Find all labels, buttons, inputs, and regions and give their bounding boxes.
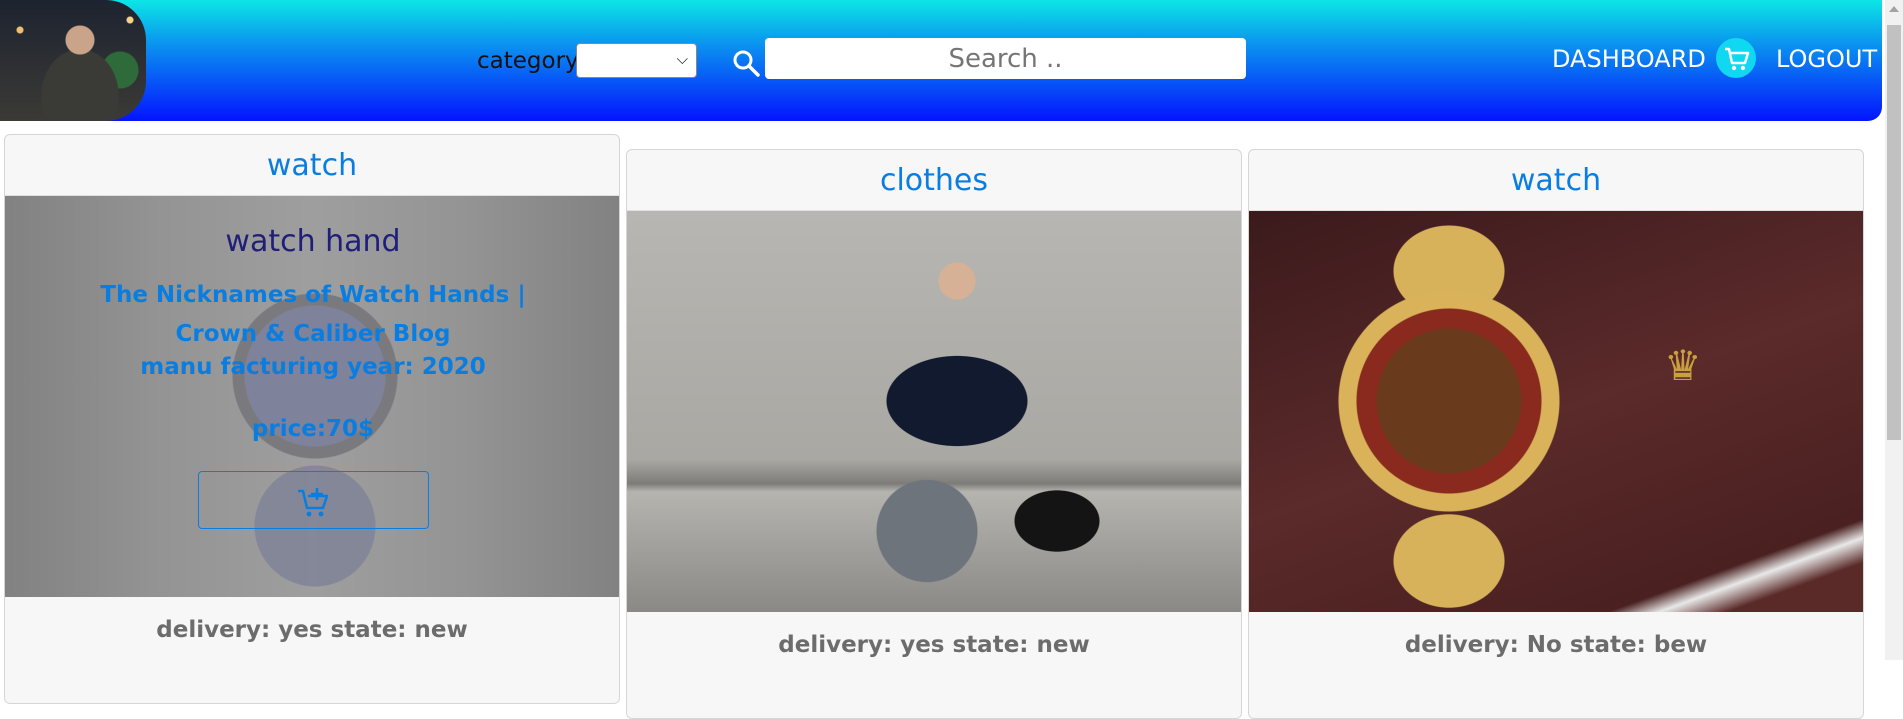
product-image[interactable] <box>627 211 1241 612</box>
cart-icon <box>1725 47 1750 71</box>
card-delivery-state: delivery: yes state: new <box>778 632 1090 658</box>
top-navbar: category: ⌵ DASHBOARD LOGOUT <box>0 0 1882 121</box>
nav-logout-link[interactable]: LOGOUT <box>1776 45 1877 73</box>
card-category-title: watch <box>5 135 619 196</box>
scroll-up-arrow-icon[interactable] <box>1889 6 1899 12</box>
search-input[interactable] <box>765 38 1246 79</box>
scroll-thumb[interactable] <box>1887 25 1901 440</box>
add-to-cart-button[interactable] <box>198 471 429 529</box>
product-year: manu facturing year: 2020 <box>140 354 486 380</box>
card-delivery-state: delivery: No state: bew <box>1404 632 1708 658</box>
product-description: The Nicknames of Watch Hands | Crown & C… <box>100 282 526 347</box>
cart-button[interactable] <box>1716 38 1756 78</box>
product-card[interactable]: watch ♛ delivery: No state: bew <box>1248 149 1864 719</box>
category-label: category: <box>477 48 585 74</box>
product-name: watch hand <box>225 224 401 259</box>
chevron-down-icon: ⌵ <box>676 51 688 68</box>
product-card[interactable]: watch watch hand The Nicknames of Watch … <box>4 134 620 704</box>
category-select[interactable]: ⌵ <box>576 43 697 78</box>
product-image[interactable]: watch hand The Nicknames of Watch Hands … <box>5 196 619 597</box>
clothes-photo <box>627 211 1241 612</box>
card-delivery-state: delivery: yes state: new <box>156 617 468 643</box>
card-category-title: watch <box>1249 150 1863 211</box>
product-card[interactable]: clothes delivery: yes state: new <box>626 149 1242 719</box>
product-overlay: watch hand The Nicknames of Watch Hands … <box>5 196 619 597</box>
card-category-title: clothes <box>627 150 1241 211</box>
add-to-cart-icon <box>298 488 329 517</box>
product-price: price:70$ <box>251 416 375 442</box>
nav-dashboard-link[interactable]: DASHBOARD <box>1552 45 1706 73</box>
profile-avatar[interactable] <box>0 0 146 121</box>
crown-logo-icon: ♛ <box>1664 342 1702 389</box>
watch-photo <box>1249 211 1863 612</box>
product-image[interactable]: ♛ <box>1249 211 1863 612</box>
search-icon[interactable] <box>731 48 761 78</box>
